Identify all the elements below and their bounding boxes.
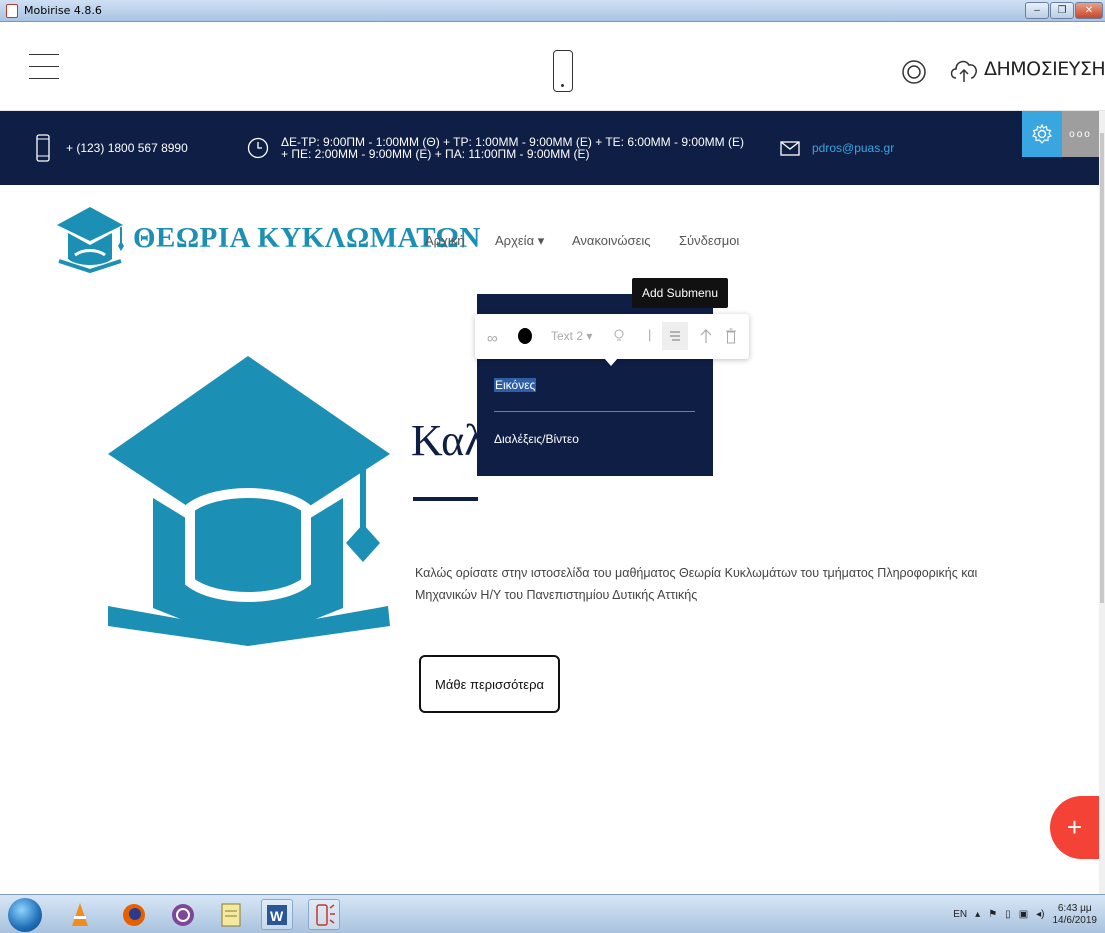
phone-info: + (123) 1800 567 8990 bbox=[36, 111, 188, 185]
mobirise-app-icon bbox=[6, 3, 18, 18]
add-submenu-button[interactable] bbox=[662, 322, 688, 350]
nav-link-links[interactable]: Σύνδεσμοι bbox=[679, 233, 739, 248]
hero-divider bbox=[413, 497, 478, 501]
mobirise-taskbar-icon[interactable] bbox=[308, 899, 340, 930]
graduation-cap-logo[interactable] bbox=[55, 205, 125, 273]
bulb-icon[interactable] bbox=[614, 328, 624, 344]
tor-browser-icon[interactable] bbox=[167, 899, 199, 930]
email-link[interactable]: pdros@puas.gr bbox=[812, 141, 894, 155]
volume-icon[interactable]: ◂) bbox=[1036, 909, 1044, 920]
gear-icon bbox=[1032, 124, 1052, 144]
add-submenu-tooltip: Add Submenu bbox=[632, 278, 728, 308]
start-button[interactable] bbox=[8, 898, 42, 932]
device-icon[interactable]: ▯ bbox=[1005, 909, 1011, 920]
toolbar-caret bbox=[604, 358, 618, 366]
clock-time: 6:43 μμ bbox=[1057, 902, 1092, 914]
svg-text:W: W bbox=[270, 908, 284, 924]
hero-graduation-cap-image[interactable] bbox=[108, 356, 390, 646]
clock-icon bbox=[247, 137, 269, 159]
block-settings-button[interactable] bbox=[1022, 111, 1062, 157]
system-clock[interactable]: 6:43 μμ 14/6/2019 bbox=[1053, 903, 1098, 927]
preview-icon[interactable] bbox=[901, 59, 927, 85]
nav-link-home[interactable]: Αρχική bbox=[425, 233, 465, 248]
add-block-button[interactable]: + bbox=[1050, 796, 1099, 859]
system-tray: EN ▴ ⚑ ▯ ▣ ◂) 6:43 μμ 14/6/2019 bbox=[953, 895, 1097, 933]
clock-date: 14/6/2019 bbox=[1052, 914, 1098, 926]
word-icon[interactable]: W bbox=[261, 899, 293, 930]
mobile-preview-icon[interactable] bbox=[553, 50, 573, 92]
hours-info: ΔΕ-ΤΡ: 9:00ΠΜ - 1:00ΜΜ (Θ) + ΤΡ: 1:00ΜΜ … bbox=[247, 111, 744, 185]
publish-label: ΔΗΜΟΣΙΕΥΣΗ bbox=[984, 58, 1105, 80]
text-style-dropdown[interactable]: Text 2 ▾ bbox=[551, 329, 592, 343]
opening-hours: ΔΕ-ΤΡ: 9:00ΠΜ - 1:00ΜΜ (Θ) + ΤΡ: 1:00ΜΜ … bbox=[281, 136, 744, 160]
hours-line-2: + ΠΕ: 2:00ΜΜ - 9:00ΜΜ (Ε) + ΠΑ: 11:00ΠΜ … bbox=[281, 147, 590, 161]
dropdown-item-images[interactable]: Εικόνες bbox=[494, 378, 537, 392]
info-bar: + (123) 1800 567 8990 ΔΕ-ΤΡ: 9:00ΠΜ - 1:… bbox=[0, 111, 1099, 185]
network-icon[interactable]: ▣ bbox=[1019, 909, 1028, 920]
nav-link-files[interactable]: Αρχεία ▾ bbox=[495, 233, 544, 249]
toolbar-divider: | bbox=[648, 327, 652, 342]
window-title: Mobirise 4.8.6 bbox=[24, 4, 102, 17]
dropdown-separator bbox=[494, 411, 695, 412]
cloud-upload-icon bbox=[950, 60, 977, 82]
maximize-button[interactable]: ❐ bbox=[1050, 2, 1074, 19]
minimize-button[interactable]: – bbox=[1025, 2, 1049, 19]
close-button[interactable]: ✕ bbox=[1075, 2, 1103, 19]
language-indicator[interactable]: EN bbox=[953, 909, 967, 920]
nav-link-announcements[interactable]: Ανακοινώσεις bbox=[572, 233, 651, 248]
learn-more-button[interactable]: Μάθε περισσότερα bbox=[419, 655, 560, 713]
text-edit-toolbar: ∞ Text 2 ▾ | bbox=[475, 314, 749, 366]
scrollbar-thumb[interactable] bbox=[1100, 133, 1104, 603]
firefox-icon[interactable] bbox=[118, 899, 150, 930]
hamburger-menu-icon[interactable] bbox=[29, 54, 59, 80]
window-controls: – ❐ ✕ bbox=[1025, 2, 1103, 19]
hero-text[interactable]: Καλώς ορίσατε στην ιστοσελίδα του μαθήμα… bbox=[415, 562, 1035, 606]
email-info: pdros@puas.gr bbox=[780, 111, 894, 185]
tray-expand-icon[interactable]: ▴ bbox=[975, 909, 980, 920]
link-icon[interactable]: ∞ bbox=[487, 330, 498, 347]
envelope-icon bbox=[780, 140, 800, 156]
windows-taskbar: W EN ▴ ⚑ ▯ ▣ ◂) 6:43 μμ 14/6/2019 bbox=[0, 894, 1105, 933]
color-picker-icon[interactable] bbox=[518, 328, 532, 344]
submenu-icon bbox=[670, 331, 680, 341]
hero-heading[interactable]: Καλ bbox=[411, 415, 486, 466]
action-center-flag-icon[interactable]: ⚑ bbox=[988, 909, 997, 920]
dropdown-item-lectures[interactable]: Διαλέξεις/Βίντεο bbox=[494, 432, 579, 446]
notepad-icon[interactable] bbox=[215, 899, 247, 930]
more-options-button[interactable]: ooo bbox=[1062, 111, 1099, 157]
trash-icon[interactable] bbox=[726, 328, 736, 344]
window-titlebar: Mobirise 4.8.6 – ❐ ✕ bbox=[0, 0, 1105, 22]
phone-number: + (123) 1800 567 8990 bbox=[66, 141, 188, 155]
editor-toolbar: ΔΗΜΟΣΙΕΥΣΗ bbox=[0, 22, 1105, 111]
vlc-icon[interactable] bbox=[64, 899, 96, 930]
mobile-phone-icon bbox=[36, 134, 50, 162]
page-scrollbar[interactable] bbox=[1099, 111, 1105, 894]
move-up-arrow-icon[interactable] bbox=[700, 328, 712, 344]
publish-button[interactable]: ΔΗΜΟΣΙΕΥΣΗ bbox=[948, 54, 1105, 84]
